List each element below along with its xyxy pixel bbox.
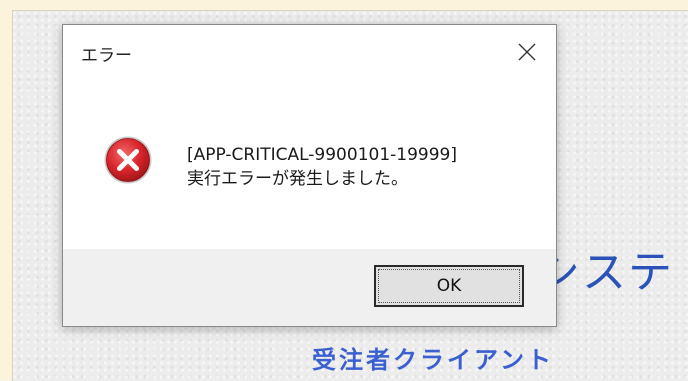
error-icon	[104, 136, 152, 184]
dialog-title: エラー	[81, 46, 132, 66]
error-message: [APP-CRITICAL-9900101-19999] 実行エラーが発生しまし…	[187, 143, 457, 191]
dialog-button-area: OK	[63, 249, 556, 326]
dialog-title-bar[interactable]: エラー	[63, 25, 556, 83]
background-client-subtitle: 受注者クライアント	[312, 346, 555, 374]
ok-button[interactable]: OK	[374, 265, 524, 307]
error-code: [APP-CRITICAL-9900101-19999]	[187, 145, 457, 165]
close-button[interactable]	[510, 35, 544, 69]
dialog-content: [APP-CRITICAL-9900101-19999] 実行エラーが発生しまし…	[63, 83, 556, 249]
close-icon	[518, 43, 536, 61]
error-dialog: エラー [APP-CRITICAL-9900101-19999] 実行エラーが発…	[62, 24, 557, 327]
error-description: 実行エラーが発生しました。	[187, 169, 408, 189]
